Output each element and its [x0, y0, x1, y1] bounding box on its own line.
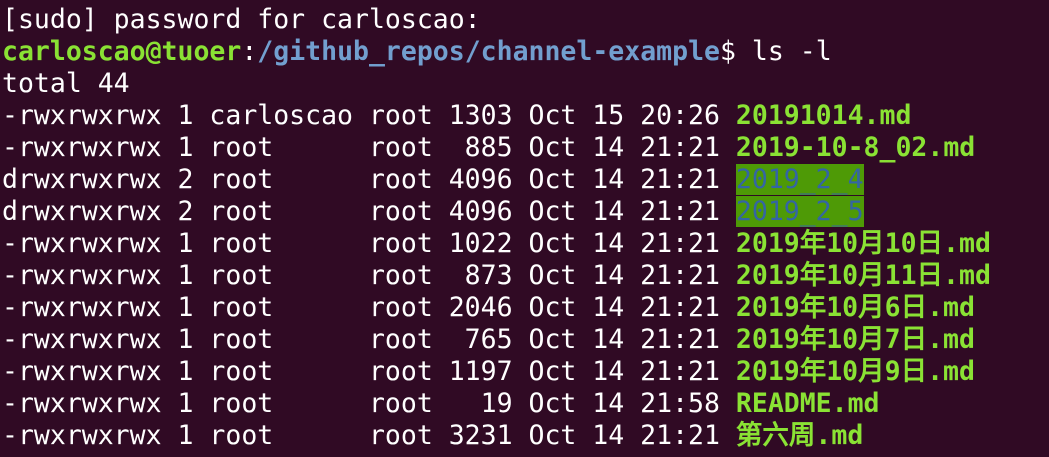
file-meta: -rwxrwxrwx 1 root root 885 Oct 14 21:21	[2, 132, 736, 163]
file-name: 20191014.md	[735, 100, 912, 131]
terminal-window[interactable]: [sudo] password for carloscao: carloscao…	[0, 0, 1049, 457]
file-name: README.md	[735, 388, 880, 419]
file-meta: drwxrwxrwx 2 root root 4096 Oct 14 21:21	[2, 196, 736, 227]
prompt-user-host: carloscao@tuoer	[2, 36, 242, 67]
file-meta: -rwxrwxrwx 1 root root 19 Oct 14 21:58	[2, 388, 736, 419]
file-row: -rwxrwxrwx 1 root root 19 Oct 14 21:58 R…	[2, 388, 1049, 420]
file-meta: -rwxrwxrwx 1 root root 1022 Oct 14 21:21	[2, 228, 736, 259]
file-name: 2019年10月11日.md	[735, 260, 991, 291]
command-text: ls -l	[735, 36, 832, 67]
file-row: -rwxrwxrwx 1 root root 2046 Oct 14 21:21…	[2, 292, 1049, 324]
directory-name: 2019_2_4	[735, 164, 864, 195]
file-row: -rwxrwxrwx 1 root root 1022 Oct 14 21:21…	[2, 228, 1049, 260]
file-row: -rwxrwxrwx 1 root root 885 Oct 14 21:21 …	[2, 132, 1049, 164]
sudo-password-prompt: [sudo] password for carloscao:	[2, 4, 481, 35]
file-meta: -rwxrwxrwx 1 root root 3231 Oct 14 21:21	[2, 420, 736, 451]
file-meta: -rwxrwxrwx 1 root root 765 Oct 14 21:21	[2, 324, 736, 355]
file-meta: -rwxrwxrwx 1 root root 1197 Oct 14 21:21	[2, 356, 736, 387]
file-name: 2019-10-8_02.md	[735, 132, 976, 163]
listing-total: total 44	[2, 68, 130, 99]
file-name: 2019年10月7日.md	[735, 324, 975, 355]
shell-prompt-line: carloscao@tuoer:/github_repos/channel-ex…	[2, 36, 1049, 68]
prompt-symbol: $	[719, 36, 736, 67]
file-meta: -rwxrwxrwx 1 root root 873 Oct 14 21:21	[2, 260, 736, 291]
file-name: 2019年10月10日.md	[735, 228, 991, 259]
prompt-separator: :	[241, 36, 258, 67]
file-listing: -rwxrwxrwx 1 carloscao root 1303 Oct 15 …	[2, 100, 1049, 452]
file-meta: -rwxrwxrwx 1 carloscao root 1303 Oct 15 …	[2, 100, 736, 131]
file-row: -rwxrwxrwx 1 root root 765 Oct 14 21:21 …	[2, 324, 1049, 356]
file-meta: -rwxrwxrwx 1 root root 2046 Oct 14 21:21	[2, 292, 736, 323]
file-name: 第六周.md	[735, 420, 864, 451]
file-row: drwxrwxrwx 2 root root 4096 Oct 14 21:21…	[2, 164, 1049, 196]
prompt-path: /github_repos/channel-example	[257, 36, 720, 67]
file-row: drwxrwxrwx 2 root root 4096 Oct 14 21:21…	[2, 196, 1049, 228]
file-name: 2019年10月6日.md	[735, 292, 975, 323]
file-row: -rwxrwxrwx 1 root root 1197 Oct 14 21:21…	[2, 356, 1049, 388]
file-meta: drwxrwxrwx 2 root root 4096 Oct 14 21:21	[2, 164, 736, 195]
directory-name: 2019_2_5	[735, 196, 864, 227]
file-row: -rwxrwxrwx 1 carloscao root 1303 Oct 15 …	[2, 100, 1049, 132]
file-row: -rwxrwxrwx 1 root root 873 Oct 14 21:21 …	[2, 260, 1049, 292]
file-name: 2019年10月9日.md	[735, 356, 975, 387]
file-row: -rwxrwxrwx 1 root root 3231 Oct 14 21:21…	[2, 420, 1049, 452]
